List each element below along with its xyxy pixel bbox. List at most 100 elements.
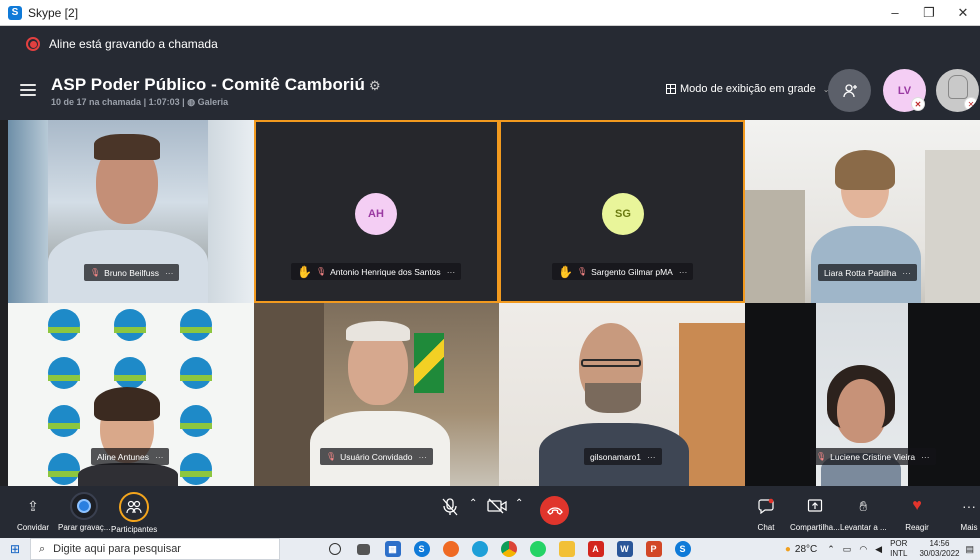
share-button[interactable]: Compartilha...: [790, 492, 840, 532]
recording-text: Aline está gravando a chamada: [49, 37, 218, 51]
windows-start-icon[interactable]: ⊞: [0, 538, 30, 560]
window-titlebar: S Skype [2] – ❐ ✕: [0, 0, 980, 26]
task-view-icon[interactable]: [349, 538, 378, 560]
camera-options-chevron-icon[interactable]: ⌃: [515, 498, 523, 509]
file-explorer-icon[interactable]: [552, 538, 581, 560]
invite-button[interactable]: ⇪ Convidar: [17, 492, 49, 533]
video-tile[interactable]: Aline Antunes ···: [8, 303, 254, 486]
video-tile[interactable]: AH ✋ 🎙 Antonio Henrique dos Santos ···: [254, 120, 499, 303]
chevron-up-icon[interactable]: ⌃: [827, 544, 835, 555]
mic-off-icon: [442, 498, 458, 516]
mic-off-icon: ✕: [964, 97, 978, 111]
participant-avatar: SG: [602, 193, 644, 235]
participant-name-tag: 🎙 Usuário Convidado ···: [320, 448, 433, 465]
video-tile[interactable]: 🎙 Luciene Cristine Vieira ···: [745, 303, 980, 486]
more-options-icon[interactable]: ···: [647, 452, 656, 462]
more-options-icon[interactable]: ···: [447, 267, 456, 277]
phone-hangup-icon: [546, 506, 563, 515]
participant-count: 10 de 17 na chamada: [51, 97, 142, 107]
firefox-icon[interactable]: [436, 538, 465, 560]
call-toolbar: ⇪ Convidar Parar gravaç... Participantes…: [0, 486, 980, 538]
view-mode-button[interactable]: Modo de exibição em grade ⌄: [666, 83, 829, 95]
camera-toggle-button[interactable]: [487, 498, 507, 514]
call-subtitle: 10 de 17 na chamada | 1:07:03 | ◍ Galeri…: [51, 97, 229, 107]
taskbar-search[interactable]: ⌕ Digite aqui para pesquisar: [30, 538, 280, 560]
avatar-photo[interactable]: ✕: [936, 69, 979, 112]
react-button[interactable]: ♥ Reagir: [903, 492, 931, 532]
volume-icon[interactable]: ◀: [875, 544, 882, 555]
participant-name-tag: 🎙 Bruno Beilfuss ···: [84, 264, 180, 281]
call-duration: 1:07:03: [148, 97, 180, 107]
more-options-icon[interactable]: ···: [418, 452, 427, 462]
hamburger-menu-icon[interactable]: [20, 84, 36, 96]
mic-off-icon: 🎙: [816, 452, 827, 461]
skype-icon: S: [8, 5, 22, 20]
participant-name-tag: 🎙 Luciene Cristine Vieira ···: [810, 448, 936, 465]
close-button[interactable]: ✕: [946, 0, 980, 26]
video-tile[interactable]: 🎙 Bruno Beilfuss ···: [8, 120, 254, 303]
search-icon: ⌕: [39, 542, 46, 555]
participants-icon: [119, 492, 150, 522]
weather-widget[interactable]: ● 28°C: [785, 544, 817, 555]
video-tile[interactable]: Liara Rotta Padilha ···: [745, 120, 980, 303]
view-mode-label: Modo de exibição em grade: [680, 83, 816, 95]
more-options-icon[interactable]: ···: [679, 267, 688, 277]
mic-off-icon: 🎙: [315, 267, 327, 276]
wifi-icon[interactable]: ◠: [859, 544, 867, 555]
video-grid: 🎙 Bruno Beilfuss ··· AH ✋ 🎙 Antonio Henr…: [8, 120, 980, 486]
chat-button[interactable]: Chat: [752, 492, 780, 532]
more-options-icon[interactable]: ···: [921, 452, 930, 462]
pdf-icon[interactable]: A: [581, 538, 610, 560]
camera-off-icon: [487, 498, 507, 514]
raised-hand-icon: ✋: [558, 264, 573, 279]
recording-banner: Aline está gravando a chamada: [0, 26, 980, 62]
participant-name-tag: Aline Antunes ···: [91, 448, 170, 465]
avatar-lv[interactable]: LV ✕: [883, 69, 926, 112]
raise-hand-button[interactable]: ✋︎ Levantar a ...: [840, 492, 887, 533]
store-icon[interactable]: ▦: [378, 538, 407, 560]
call-title: ASP Poder Público - Comitê Camboriú ⚙: [51, 75, 381, 95]
word-icon[interactable]: W: [610, 538, 639, 560]
clock[interactable]: 14:56 30/03/2022: [919, 539, 959, 559]
skype-taskbar-icon[interactable]: S: [407, 538, 436, 560]
chat-icon: [752, 492, 780, 520]
share-screen-icon: [801, 492, 829, 520]
hang-up-button[interactable]: [540, 496, 569, 525]
mic-toggle-button[interactable]: [442, 498, 458, 516]
restore-button[interactable]: ❐: [912, 0, 946, 26]
add-person-icon: [842, 83, 857, 97]
gear-icon[interactable]: ⚙: [369, 78, 381, 93]
call-header: ASP Poder Público - Comitê Camboriú ⚙ 10 …: [0, 62, 980, 120]
mic-off-icon: 🎙: [576, 267, 588, 276]
video-tile[interactable]: 🎙 Usuário Convidado ···: [254, 303, 499, 486]
cortana-icon[interactable]: [320, 538, 349, 560]
view-type: Galeria: [197, 97, 229, 107]
chrome-icon[interactable]: [494, 538, 523, 560]
notifications-icon[interactable]: ▤: [965, 544, 974, 555]
participant-name-tag: Liara Rotta Padilha ···: [818, 264, 917, 281]
mic-off-icon: 🎙: [326, 452, 337, 461]
more-options-icon[interactable]: ···: [902, 268, 911, 278]
minimize-button[interactable]: –: [878, 0, 912, 26]
stop-recording-button[interactable]: Parar gravaç...: [58, 492, 110, 532]
language-indicator[interactable]: POR INTL: [890, 539, 907, 559]
network-icon[interactable]: ▭: [843, 544, 852, 555]
mic-options-chevron-icon[interactable]: ⌃: [469, 498, 477, 509]
edge-icon[interactable]: [465, 538, 494, 560]
hand-icon: ✋︎: [859, 497, 868, 514]
participant-avatar: AH: [355, 193, 397, 235]
more-options-icon: ···: [962, 498, 976, 514]
participants-button[interactable]: Participantes: [111, 492, 157, 534]
add-participant-button[interactable]: [828, 69, 871, 112]
skype-active-icon[interactable]: S: [668, 538, 697, 560]
sun-icon: ●: [784, 543, 791, 555]
grid-icon: [666, 84, 676, 94]
whatsapp-icon[interactable]: [523, 538, 552, 560]
more-options-icon[interactable]: ···: [165, 268, 174, 278]
video-tile[interactable]: SG ✋ 🎙 Sargento Gilmar pMA ···: [499, 120, 745, 303]
more-button[interactable]: ··· Mais: [955, 492, 980, 532]
video-tile[interactable]: gilsonamaro1 ···: [499, 303, 745, 486]
powerpoint-icon[interactable]: P: [639, 538, 668, 560]
participant-name-tag: ✋ 🎙 Sargento Gilmar pMA ···: [552, 263, 694, 280]
more-options-icon[interactable]: ···: [155, 452, 164, 462]
